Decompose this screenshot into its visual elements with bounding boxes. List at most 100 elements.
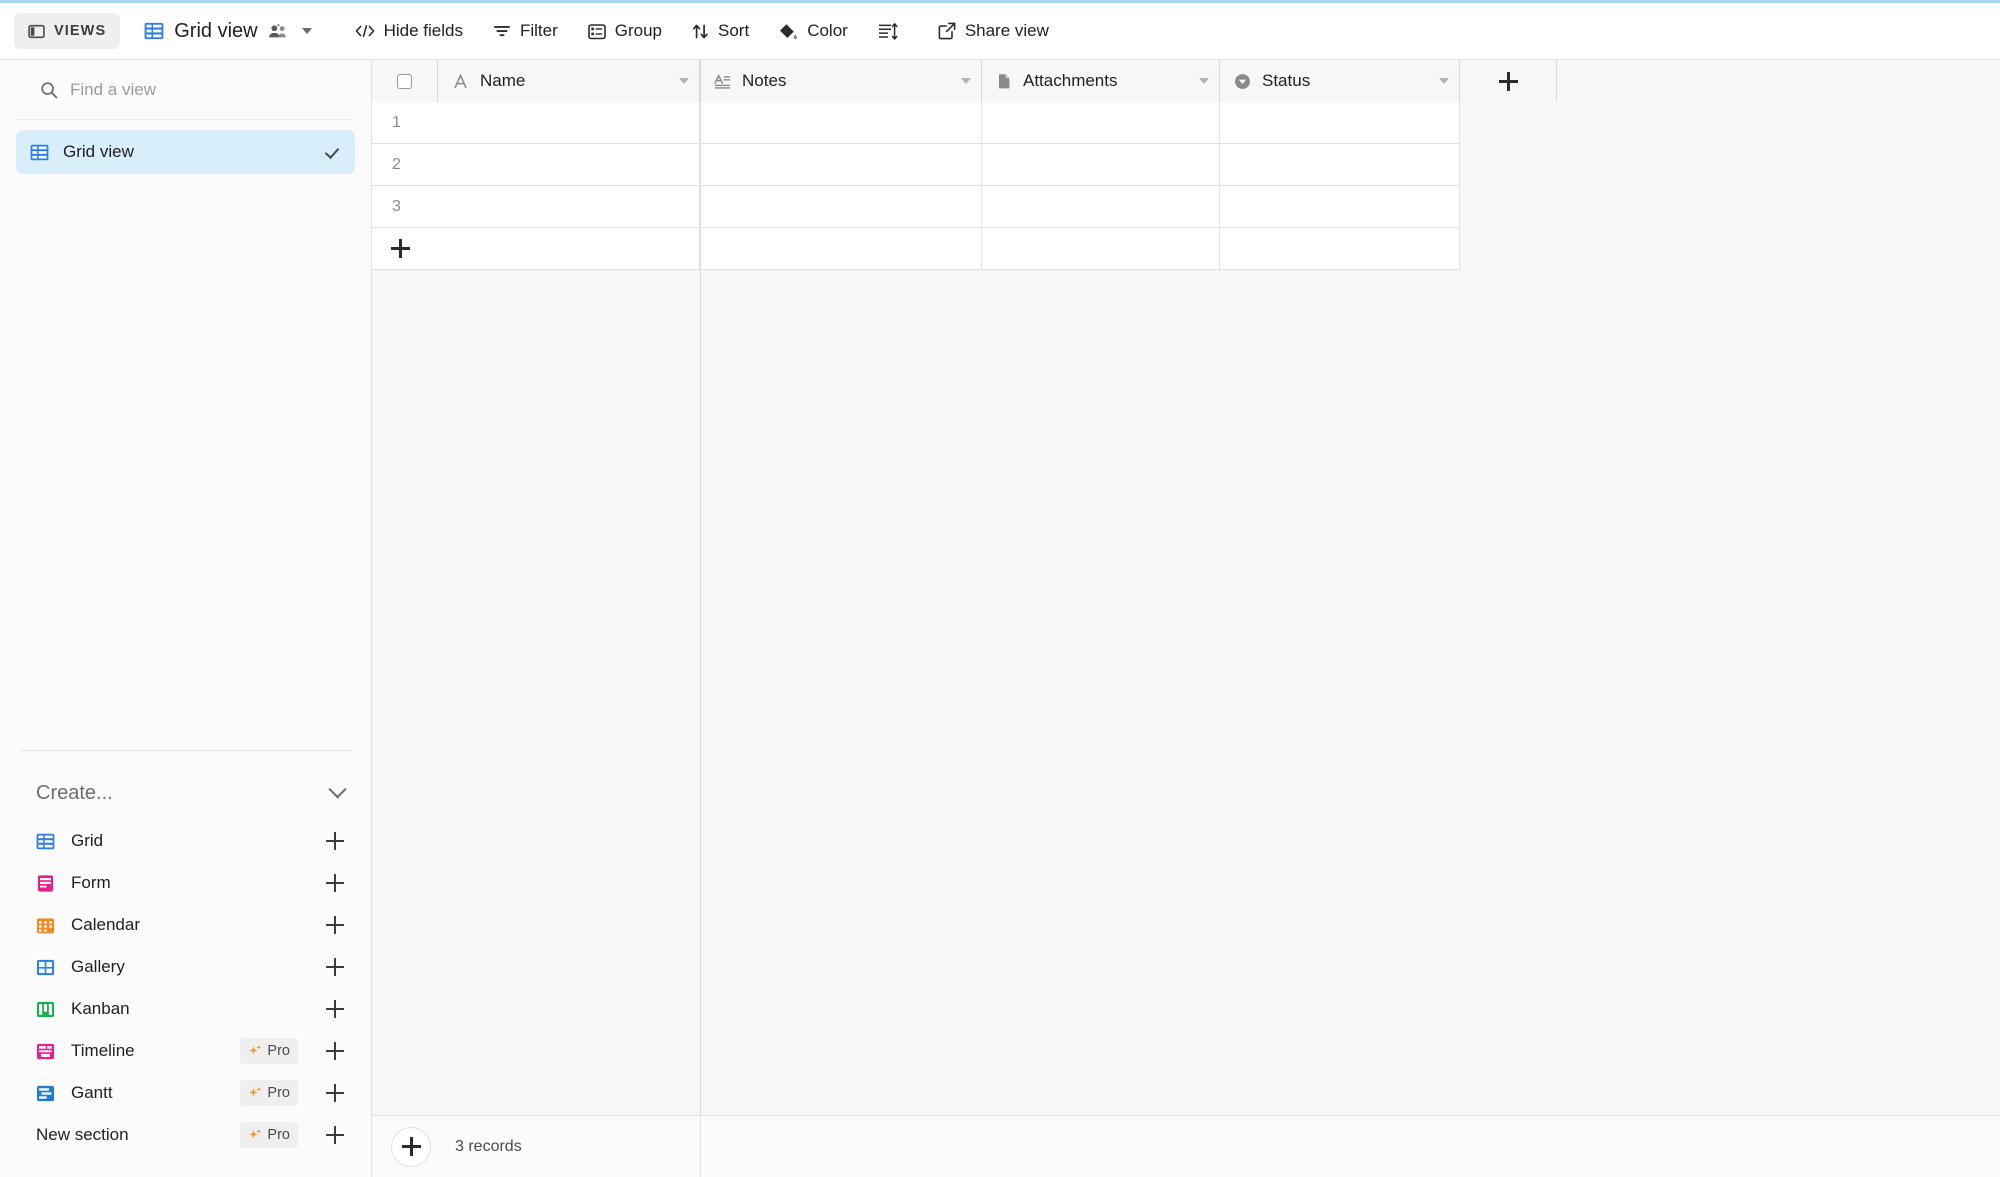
pro-badge: Pro — [240, 1122, 298, 1148]
cell-notes[interactable] — [700, 144, 982, 186]
plus-icon — [391, 239, 410, 258]
sort-button[interactable]: Sort — [681, 13, 760, 49]
column-header-label: Notes — [742, 71, 787, 90]
cell-notes[interactable] — [700, 186, 982, 228]
color-paint-icon — [779, 23, 798, 40]
add-field-button[interactable] — [1460, 60, 1557, 102]
cell-status[interactable] — [1220, 186, 1460, 228]
sidebar-divider — [20, 750, 352, 751]
current-view-chip[interactable]: Grid view — [144, 20, 312, 43]
views-toggle-button[interactable]: VIEWS — [14, 13, 121, 49]
column-header-label: Attachments — [1023, 71, 1118, 90]
table-row[interactable]: 1 — [372, 102, 1460, 144]
plus-icon[interactable] — [326, 958, 344, 976]
filter-label: Filter — [519, 21, 558, 40]
plus-icon[interactable] — [326, 874, 344, 892]
create-item-calendar[interactable]: Calendar — [0, 904, 372, 946]
grid-header-row: Name Notes Attachments Status — [372, 60, 1557, 102]
filter-icon — [493, 23, 511, 39]
sort-icon — [692, 23, 709, 40]
create-item-form[interactable]: Form — [0, 862, 372, 904]
cell-attachments[interactable] — [982, 144, 1220, 186]
grid-view-icon — [30, 143, 49, 162]
cell-name[interactable] — [438, 102, 700, 144]
checkbox-icon[interactable] — [397, 73, 412, 89]
row-height-button[interactable] — [867, 13, 919, 49]
form-view-icon — [36, 874, 55, 893]
create-item-timeline[interactable]: Timeline Pro — [0, 1030, 372, 1072]
cell-notes[interactable] — [700, 102, 982, 144]
column-header-label: Name — [480, 71, 526, 90]
color-label: Color — [807, 21, 848, 40]
toolbar: VIEWS Grid view Hide fields Filter Group… — [0, 3, 2000, 60]
view-list: Grid view — [0, 120, 371, 174]
column-header-notes[interactable]: Notes — [700, 60, 982, 102]
create-item-label: Timeline — [71, 1041, 135, 1060]
create-item-label: New section — [36, 1125, 129, 1144]
app-root: VIEWS Grid view Hide fields Filter Group… — [0, 0, 2000, 1177]
grid-body: 1 2 3 — [372, 102, 1460, 270]
plus-icon[interactable] — [326, 1126, 344, 1144]
plus-icon[interactable] — [326, 832, 344, 850]
sparkle-icon — [248, 1086, 262, 1100]
chevron-down-icon[interactable] — [1199, 78, 1209, 84]
create-item-grid[interactable]: Grid — [0, 820, 372, 862]
create-item-kanban[interactable]: Kanban — [0, 988, 372, 1030]
plus-icon[interactable] — [326, 1000, 344, 1018]
grid-view-icon — [36, 832, 55, 851]
column-header-status[interactable]: Status — [1220, 60, 1460, 102]
add-row-row[interactable] — [372, 228, 1460, 270]
table-row[interactable]: 2 — [372, 144, 1460, 186]
views-sidebar: Grid view Create... Grid — [0, 60, 372, 1177]
row-number-cell: 3 — [372, 186, 438, 228]
create-item-label: Gallery — [71, 957, 125, 976]
create-item-label: Grid — [71, 831, 104, 850]
group-button[interactable]: Group — [577, 13, 673, 49]
attachment-field-icon — [996, 73, 1012, 90]
text-field-icon — [452, 73, 469, 90]
hide-fields-label: Hide fields — [383, 21, 463, 40]
hide-fields-button[interactable]: Hide fields — [344, 13, 474, 49]
sort-label: Sort — [718, 21, 750, 40]
create-item-gantt[interactable]: Gantt Pro — [0, 1072, 372, 1114]
sidebar-item-grid-view[interactable]: Grid view — [16, 130, 355, 174]
add-row-button[interactable] — [372, 228, 438, 270]
create-item-new-section[interactable]: New section Pro — [0, 1114, 372, 1156]
create-item-label: Calendar — [71, 915, 140, 934]
create-item-label: Kanban — [71, 999, 130, 1018]
sparkle-icon — [248, 1044, 262, 1058]
chevron-down-icon[interactable] — [328, 779, 347, 798]
select-all-header-cell[interactable] — [372, 60, 438, 102]
create-item-gallery[interactable]: Gallery — [0, 946, 372, 988]
add-record-button[interactable] — [391, 1126, 431, 1167]
chevron-down-icon[interactable] — [1439, 78, 1449, 84]
search-input[interactable] — [70, 79, 331, 100]
people-icon[interactable] — [268, 23, 288, 39]
views-toggle-label: VIEWS — [54, 23, 107, 39]
column-header-name[interactable]: Name — [438, 60, 700, 102]
view-options-caret-icon[interactable] — [301, 28, 312, 34]
filter-button[interactable]: Filter — [482, 13, 569, 49]
cell-name[interactable] — [438, 186, 700, 228]
single-select-field-icon — [1234, 73, 1251, 90]
cell-status[interactable] — [1220, 102, 1460, 144]
share-view-button[interactable]: Share view — [927, 13, 1060, 49]
frozen-column-divider — [700, 60, 701, 1177]
color-button[interactable]: Color — [768, 13, 859, 49]
plus-icon[interactable] — [326, 1084, 344, 1102]
cell-name[interactable] — [438, 144, 700, 186]
cell-status[interactable] — [1220, 144, 1460, 186]
cell-attachments[interactable] — [982, 186, 1220, 228]
timeline-view-icon — [36, 1042, 55, 1061]
chevron-down-icon[interactable] — [961, 78, 971, 84]
chevron-down-icon[interactable] — [679, 78, 689, 84]
create-section-header[interactable]: Create... — [0, 765, 372, 821]
plus-icon[interactable] — [326, 916, 344, 934]
plus-icon[interactable] — [326, 1042, 344, 1060]
sidebar-item-label: Grid view — [63, 142, 134, 161]
table-row[interactable]: 3 — [372, 186, 1460, 228]
add-row-filler — [1220, 228, 1460, 270]
grid-view-icon — [144, 21, 164, 41]
cell-attachments[interactable] — [982, 102, 1220, 144]
column-header-attachments[interactable]: Attachments — [982, 60, 1220, 102]
